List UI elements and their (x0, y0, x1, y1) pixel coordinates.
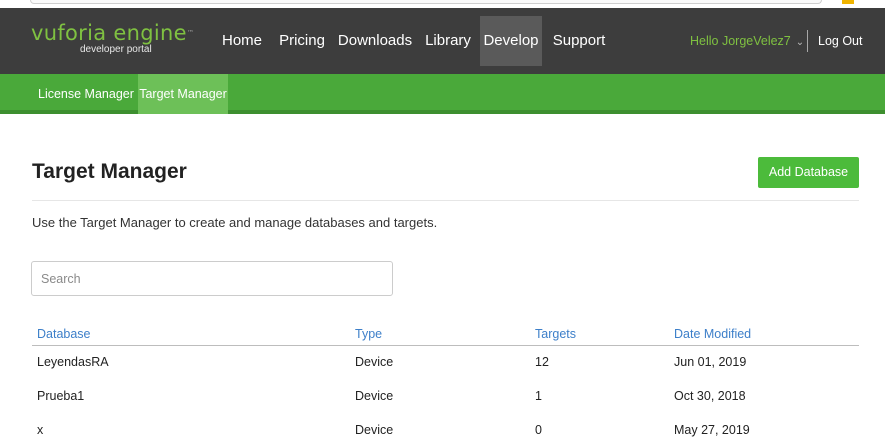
nav-home[interactable]: Home (214, 16, 270, 66)
nav-library[interactable]: Library (418, 16, 478, 66)
logo-wordmark: vuforia engine (31, 21, 187, 45)
column-header-targets[interactable]: Targets (535, 327, 576, 341)
top-strip-marker (842, 0, 854, 4)
database-target-count: 12 (535, 355, 549, 369)
column-header-type[interactable]: Type (355, 327, 382, 341)
database-type: Device (355, 423, 394, 437)
subnav-license-manager[interactable]: License Manager (32, 74, 138, 114)
page-description: Use the Target Manager to create and man… (32, 215, 438, 230)
database-type: Device (355, 389, 394, 403)
column-header-date-modified[interactable]: Date Modified (674, 327, 751, 341)
sub-navbar: License Manager Target Manager (0, 74, 885, 114)
table-row[interactable]: x Device 0 May 27, 2019 (32, 414, 859, 448)
nav-downloads[interactable]: Downloads (334, 16, 416, 66)
user-greeting: Hello JorgeVelez7 (690, 34, 791, 48)
nav-pricing[interactable]: Pricing (271, 16, 333, 66)
database-date-modified: May 27, 2019 (674, 423, 750, 437)
database-name-link[interactable]: x (37, 423, 43, 437)
database-date-modified: Jun 01, 2019 (674, 355, 747, 369)
logo-subtitle: developer portal (80, 44, 152, 55)
database-name-link[interactable]: LeyendasRA (37, 355, 109, 369)
vuforia-logo[interactable]: vuforia engine™ developer portal (31, 21, 194, 56)
add-database-button[interactable]: Add Database (758, 157, 859, 188)
top-navbar: vuforia engine™ developer portal Home Pr… (0, 8, 885, 74)
nav-divider (807, 30, 808, 52)
nav-develop[interactable]: Develop (480, 16, 542, 66)
chevron-down-icon: ⌄ (795, 37, 805, 48)
database-target-count: 1 (535, 389, 542, 403)
table-header: Database Type Targets Date Modified (32, 327, 859, 346)
browser-top-strip (0, 0, 885, 8)
table-row[interactable]: Prueba1 Device 1 Oct 30, 2018 (32, 380, 859, 414)
top-strip-bar (30, 0, 822, 4)
database-type: Device (355, 355, 394, 369)
column-header-database[interactable]: Database (37, 327, 91, 341)
database-target-count: 0 (535, 423, 542, 437)
title-divider (32, 200, 859, 201)
database-name-link[interactable]: Prueba1 (37, 389, 84, 403)
user-menu[interactable]: Hello JorgeVelez7 ⌄ (690, 16, 804, 66)
nav-support[interactable]: Support (544, 16, 614, 66)
table-row[interactable]: LeyendasRA Device 12 Jun 01, 2019 (32, 346, 859, 380)
subnav-target-manager[interactable]: Target Manager (138, 74, 228, 114)
database-date-modified: Oct 30, 2018 (674, 389, 746, 403)
logout-link[interactable]: Log Out (818, 16, 862, 66)
page-title: Target Manager (32, 160, 187, 183)
search-input[interactable] (31, 261, 393, 296)
